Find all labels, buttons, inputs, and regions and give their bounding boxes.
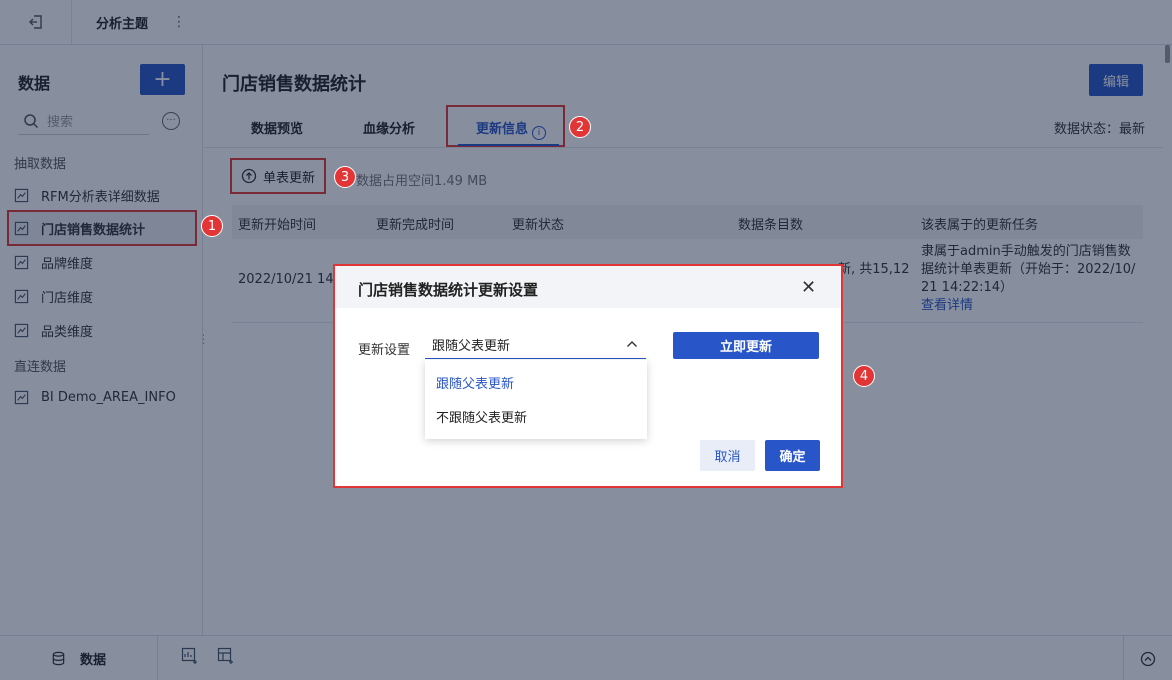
option-follow-parent[interactable]: 跟随父表更新 bbox=[436, 373, 514, 392]
step-badge: 3 bbox=[334, 166, 356, 188]
confirm-button[interactable]: 确定 bbox=[765, 440, 820, 471]
dialog-header: 门店销售数据统计更新设置 ✕ bbox=[335, 266, 841, 308]
select-value: 跟随父表更新 bbox=[432, 339, 511, 354]
cancel-button[interactable]: 取消 bbox=[700, 440, 755, 471]
step-badge: 4 bbox=[853, 365, 875, 387]
update-settings-dialog: 门店销售数据统计更新设置 ✕ 更新设置 跟随父表更新 立即更新 跟随父表更新 不… bbox=[333, 264, 843, 488]
select-dropdown: 跟随父表更新 不跟随父表更新 bbox=[425, 360, 647, 439]
dialog-title: 门店销售数据统计更新设置 bbox=[358, 281, 539, 299]
close-icon[interactable]: ✕ bbox=[801, 277, 816, 298]
update-now-button[interactable]: 立即更新 bbox=[673, 332, 819, 359]
step-badge: 1 bbox=[201, 215, 223, 237]
update-setting-label: 更新设置 bbox=[358, 343, 411, 358]
update-setting-select[interactable]: 跟随父表更新 bbox=[425, 331, 646, 359]
option-not-follow-parent[interactable]: 不跟随父表更新 bbox=[436, 407, 527, 426]
step-badge: 2 bbox=[569, 116, 591, 138]
chevron-up-icon bbox=[627, 341, 637, 347]
